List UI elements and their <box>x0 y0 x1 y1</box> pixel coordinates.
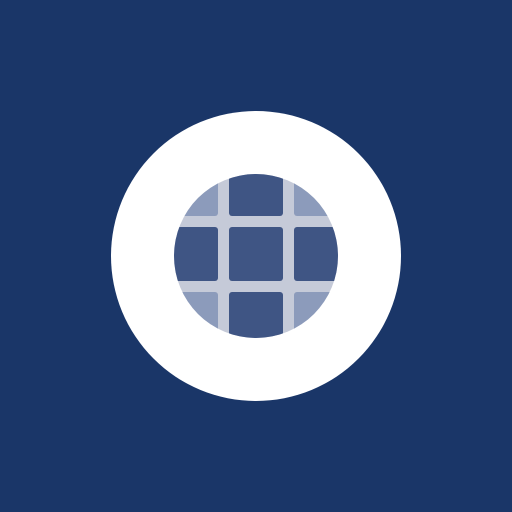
grid-tile <box>229 227 283 281</box>
grid-lens-logo-icon <box>0 0 512 512</box>
app-icon <box>0 0 512 512</box>
